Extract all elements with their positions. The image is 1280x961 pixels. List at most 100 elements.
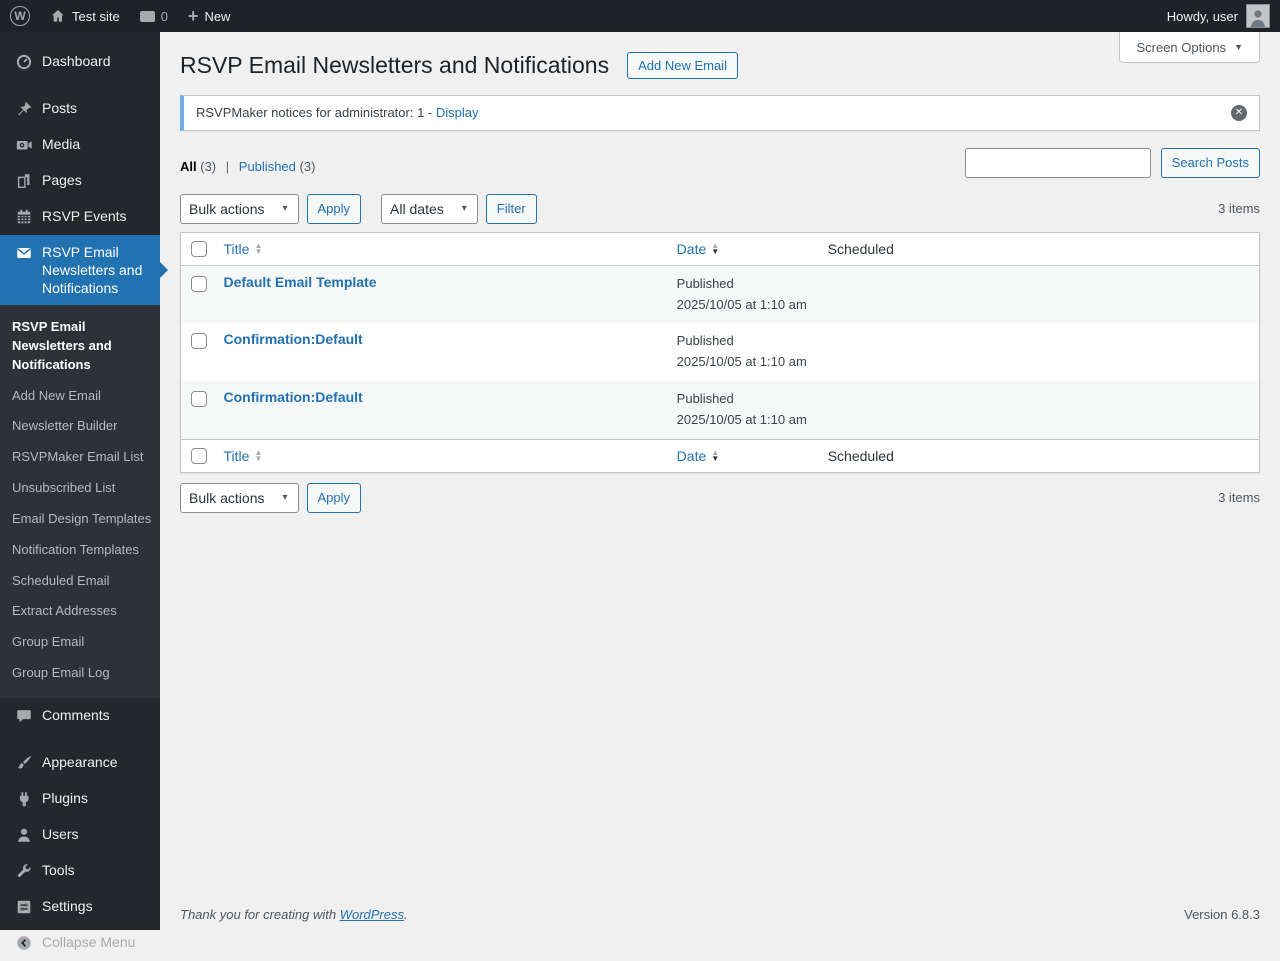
select-all-checkbox[interactable] [191, 241, 207, 257]
bulk-actions-select-bottom[interactable]: Bulk actions ▾ [180, 483, 299, 513]
apply-button[interactable]: Apply [307, 194, 362, 224]
sidebar-item-appearance[interactable]: Appearance [0, 745, 160, 781]
sidebar-item-comments[interactable]: Comments [0, 698, 160, 734]
add-new-email-button[interactable]: Add New Email [627, 52, 738, 79]
search-input[interactable] [965, 148, 1151, 178]
all-dates-select[interactable]: All dates ▾ [381, 194, 478, 224]
sort-by-title-link[interactable]: Title ▲▼ [224, 448, 263, 464]
sidebar-item-dashboard[interactable]: Dashboard [0, 44, 160, 80]
post-title-link[interactable]: Confirmation:Default [224, 331, 363, 347]
collapse-menu-button[interactable]: Collapse Menu [0, 925, 160, 961]
dashboard-icon [14, 52, 34, 72]
chevron-down-icon: ▾ [282, 492, 287, 503]
post-date: 2025/10/05 at 1:10 am [677, 410, 808, 431]
submenu-item-add-new-email[interactable]: Add New Email [0, 381, 160, 412]
screen-options-label: Screen Options [1136, 40, 1226, 55]
comments-admin-bar-link[interactable]: 0 [130, 0, 178, 32]
my-account-menu[interactable]: Howdy, user [1157, 0, 1280, 32]
header-cell-scheduled: Scheduled [818, 232, 1260, 265]
filter-button[interactable]: Filter [486, 194, 537, 224]
row-checkbox[interactable] [191, 391, 207, 407]
filter-all-count: (3) [200, 159, 216, 174]
home-icon [50, 8, 66, 24]
filter-all-link[interactable]: All [180, 159, 197, 174]
screen-options-tab[interactable]: Screen Options ▼ [1119, 32, 1260, 63]
sort-by-date-link[interactable]: Date ▲▼ [677, 448, 720, 464]
post-title-link[interactable]: Default Email Template [224, 274, 377, 290]
comments-icon [14, 706, 34, 726]
admin-content: Screen Options ▼ RSVP Email Newsletters … [160, 32, 1280, 930]
scheduled-cell [818, 265, 1260, 323]
rsvp-email-submenu: RSVP Email Newsletters and Notifications… [0, 305, 160, 698]
appearance-icon [14, 753, 34, 773]
collapse-menu-label: Collapse Menu [42, 933, 135, 951]
sidebar-item-users[interactable]: Users [0, 817, 160, 853]
plugin-icon [14, 789, 34, 809]
filter-published-link[interactable]: Published [239, 159, 296, 174]
date-column-label: Date [677, 448, 707, 464]
sidebar-item-label: Posts [42, 99, 77, 117]
site-name-link[interactable]: Test site [40, 0, 130, 32]
sidebar-item-pages[interactable]: Pages [0, 163, 160, 199]
sort-by-date-link[interactable]: Date ▲▼ [677, 241, 720, 257]
users-icon [14, 825, 34, 845]
sidebar-item-rsvp-email-newsletters[interactable]: RSVP Email Newsletters and Notifications [0, 235, 160, 305]
menu-separator [0, 80, 160, 91]
bulk-actions-select[interactable]: Bulk actions ▾ [180, 194, 299, 224]
post-date: 2025/10/05 at 1:10 am [677, 352, 808, 373]
select-all-checkbox[interactable] [191, 448, 207, 464]
new-content-menu[interactable]: + New [178, 0, 241, 32]
post-status: Published [677, 274, 808, 295]
dismiss-notice-icon[interactable]: ✕ [1231, 105, 1247, 121]
submenu-item-scheduled-email[interactable]: Scheduled Email [0, 566, 160, 597]
apply-button-bottom[interactable]: Apply [307, 483, 362, 513]
sidebar-item-settings[interactable]: Settings [0, 889, 160, 925]
sidebar-item-posts[interactable]: Posts [0, 91, 160, 127]
tools-icon [14, 861, 34, 881]
page-title: RSVP Email Newsletters and Notifications [180, 51, 609, 81]
sidebar-item-tools[interactable]: Tools [0, 853, 160, 889]
current-menu-arrow [160, 262, 168, 278]
howdy-label: Howdy, user [1167, 9, 1238, 24]
footer-thanks-text: Thank you for creating with [180, 907, 336, 922]
submenu-item-newsletter-builder[interactable]: Newsletter Builder [0, 411, 160, 442]
submenu-item-group-email[interactable]: Group Email [0, 627, 160, 658]
title-column-label: Title [224, 241, 250, 257]
date-column-label: Date [677, 241, 707, 257]
sidebar-item-label: Tools [42, 861, 75, 879]
sidebar-item-plugins[interactable]: Plugins [0, 781, 160, 817]
pin-icon [14, 99, 34, 119]
comment-bubble-icon [140, 11, 155, 22]
pages-icon [14, 171, 34, 191]
sidebar-item-media[interactable]: Media [0, 127, 160, 163]
scheduled-cell [818, 323, 1260, 381]
notice-display-link[interactable]: Display [436, 105, 479, 120]
row-checkbox[interactable] [191, 276, 207, 292]
row-checkbox[interactable] [191, 333, 207, 349]
items-count: 3 items [1218, 201, 1260, 216]
submenu-item-notification-templates[interactable]: Notification Templates [0, 535, 160, 566]
table-row: Default Email Template Published 2025/10… [181, 265, 1260, 323]
items-count: 3 items [1218, 490, 1260, 505]
submenu-item-unsubscribed-list[interactable]: Unsubscribed List [0, 473, 160, 504]
footer-cell-date: Date ▲▼ [667, 439, 818, 472]
wordpress-footer-link[interactable]: WordPress [340, 907, 404, 922]
header-cell-checkbox [181, 232, 214, 265]
post-status: Published [677, 389, 808, 410]
plus-icon: + [188, 7, 199, 25]
submenu-item-email-design-templates[interactable]: Email Design Templates [0, 504, 160, 535]
chevron-down-icon: ▼ [1234, 42, 1243, 52]
settings-icon [14, 897, 34, 917]
search-posts-button[interactable]: Search Posts [1161, 148, 1260, 178]
sidebar-item-label: Settings [42, 897, 93, 915]
submenu-item-rsvp-email-newsletters[interactable]: RSVP Email Newsletters and Notifications [0, 312, 160, 381]
wordpress-logo-menu[interactable]: W [0, 0, 40, 32]
submenu-item-rsvpmaker-email-list[interactable]: RSVPMaker Email List [0, 442, 160, 473]
submenu-item-extract-addresses[interactable]: Extract Addresses [0, 596, 160, 627]
post-title-link[interactable]: Confirmation:Default [224, 389, 363, 405]
menu-separator [0, 734, 160, 745]
sidebar-item-rsvp-events[interactable]: RSVP Events [0, 199, 160, 235]
sort-by-title-link[interactable]: Title ▲▼ [224, 241, 263, 257]
filter-separator: | [226, 159, 229, 174]
submenu-item-group-email-log[interactable]: Group Email Log [0, 658, 160, 689]
